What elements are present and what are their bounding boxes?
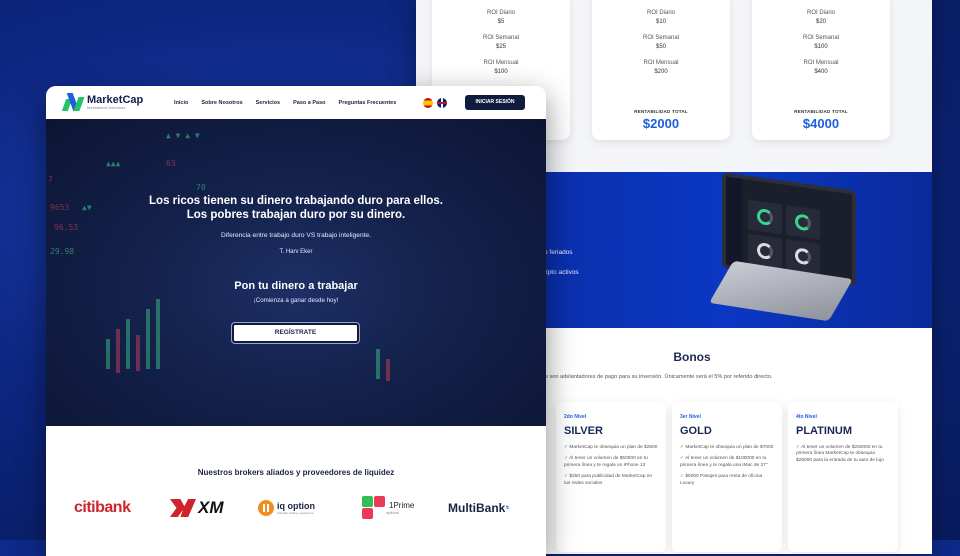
marketcap-logo-icon [61, 93, 85, 111]
roi-daily-label: ROI Diario [806, 10, 835, 16]
navbar: MarketCap Investment Solutions Inicio So… [46, 86, 546, 119]
nav-link-sobre-nosotros[interactable]: Sobre Nosotros [201, 100, 242, 106]
bono-level: 3er Nivel [680, 414, 701, 420]
ticker-value: ▲ ▼ ▲ ▼ [166, 131, 200, 140]
bono-card-platinum: 4to Nivel PLATINUM Al tener un volumen d… [788, 402, 898, 552]
uk-flag-icon[interactable] [437, 98, 447, 108]
brokers-section: Nuestros brokers aliados y proveedores d… [46, 426, 546, 556]
xm-logo-icon [170, 499, 196, 517]
iq-option-icon [258, 500, 274, 516]
feature-text: o feriados [544, 249, 573, 256]
hero-quote-line-1: Los ricos tienen su dinero trabajando du… [149, 195, 443, 207]
bono-level: 2do Nivel [564, 414, 587, 420]
multibank-logo[interactable]: MultiBank ↯ [448, 494, 510, 522]
brokers-title: Nuestros brokers aliados y proveedores d… [197, 468, 395, 477]
hero-subtitle: Diferencia entre trabajo duro VS trabajo… [221, 232, 371, 239]
roi-daily-label: ROI Diario [646, 10, 675, 16]
roi-daily-value: $20 [815, 19, 826, 25]
roi-monthly-value: $100 [494, 69, 508, 75]
nav-menu: Inicio Sobre Nosotros Servicios Paso a P… [174, 100, 409, 106]
bono-feature: Al tener un volumen de $100000 en tu pri… [680, 456, 774, 469]
plan-card-2: ROI Diario $10 ROI Semanal $50 ROI Mensu… [592, 0, 730, 140]
chart-ring-icon [757, 207, 773, 227]
total-return-value: $2000 [642, 116, 680, 131]
nav-link-servicios[interactable]: Servicios [256, 100, 280, 106]
hero-cta-title: Pon tu dinero a trabajar [234, 280, 358, 292]
roi-daily-value: $10 [655, 19, 666, 25]
1prime-logo-icon [362, 496, 386, 520]
total-return-label: RENTABILIDAD TOTAL [634, 109, 688, 114]
ticker-value: 63 [166, 159, 176, 168]
1prime-logo[interactable]: 1Prime options [362, 494, 414, 522]
ticker-value: 70 [196, 183, 206, 192]
feature-text: ripto activos [544, 269, 579, 276]
roi-weekly-value: $100 [814, 44, 828, 50]
nav-link-paso-a-paso[interactable]: Paso a Paso [293, 100, 325, 106]
iq-option-logo[interactable]: iq option Ultimate trading experience [258, 494, 315, 522]
logo-name: MarketCap [87, 93, 144, 106]
roi-weekly-label: ROI Semanal [802, 35, 839, 41]
bono-feature: MarketCap te obsequia un plan de $7000 [680, 445, 774, 452]
plan-card-3: ROI Diario $20 ROI Semanal $100 ROI Mens… [752, 0, 890, 140]
bono-level: 4to Nivel [796, 414, 817, 420]
xm-logo[interactable]: XM [170, 494, 224, 522]
roi-weekly-value: $50 [655, 44, 666, 50]
bono-feature: $250 para publicidad de MarketCap en tus… [564, 474, 658, 487]
bono-name: PLATINUM [796, 424, 853, 437]
nav-link-preguntas-frecuentes[interactable]: Preguntas Frecuentes [339, 100, 397, 106]
total-return-label: RENTABILIDAD TOTAL [794, 109, 848, 114]
chart-ring-icon [795, 213, 811, 232]
hero-cta-subtitle: ¡Comienza a ganar desde hoy! [253, 297, 339, 304]
roi-daily-label: ROI Diario [486, 10, 515, 16]
chart-ring-icon [757, 241, 773, 261]
bono-card-gold: 3er Nivel GOLD MarketCap te obsequia un … [672, 402, 782, 552]
bono-feature: Al tener un volumen de $250000 en tu pri… [796, 445, 890, 465]
spain-flag-icon[interactable] [423, 98, 433, 108]
roi-monthly-value: $400 [814, 69, 828, 75]
hero-author: T. Harv Eker [279, 249, 313, 255]
citibank-logo[interactable]: citibank [74, 494, 131, 522]
roi-monthly-label: ROI Mensual [483, 60, 519, 66]
front-page-mockup: MarketCap Investment Solutions Inicio So… [46, 86, 546, 556]
ticker-value: ▲▲▲ [106, 159, 121, 168]
roi-monthly-value: $200 [654, 69, 668, 75]
total-return-value: $4000 [802, 116, 840, 131]
hero-quote: Los ricos tienen su dinero trabajando du… [46, 194, 546, 222]
roi-weekly-value: $25 [495, 44, 506, 50]
logo-tagline: Investment Solutions [87, 105, 126, 110]
ticker-value: 7 [48, 175, 53, 184]
bonos-subtitle: os son adelantadores de pago para su inv… [542, 374, 773, 380]
roi-daily-value: $5 [497, 19, 505, 25]
bono-feature: $5000 Pasajes para renta de oficina Luxu… [680, 474, 774, 487]
marketcap-logo[interactable]: MarketCap Investment Solutions [61, 93, 144, 111]
bono-name: GOLD [680, 424, 712, 437]
chart-ring-icon [795, 247, 811, 266]
roi-weekly-label: ROI Semanal [482, 35, 519, 41]
nav-link-inicio[interactable]: Inicio [174, 100, 188, 106]
bono-card-silver: 2do Nivel SILVER MarketCap te obsequia u… [556, 402, 666, 552]
hero-quote-line-2: Los pobres trabajan duro por su dinero. [186, 209, 406, 221]
ticker-value: 96.53 [54, 223, 79, 232]
roi-monthly-label: ROI Mensual [803, 60, 839, 66]
bono-name: SILVER [564, 424, 603, 437]
hero-section: 9653 ▲▼ 96.53 ▲ ▼ ▲ ▼ ▲▲▲ 7 29.98 63 70 … [46, 119, 546, 426]
bono-feature: Al tener un volumen de $50000 en tu prim… [564, 456, 658, 469]
login-button[interactable]: INICIAR SESIÓN [465, 95, 525, 110]
bono-feature: MarketCap te obsequia un plan de $2500 [564, 445, 658, 452]
roi-weekly-label: ROI Semanal [642, 35, 679, 41]
roi-monthly-label: ROI Mensual [643, 60, 679, 66]
register-button[interactable]: REGÍSTRATE [232, 323, 359, 343]
